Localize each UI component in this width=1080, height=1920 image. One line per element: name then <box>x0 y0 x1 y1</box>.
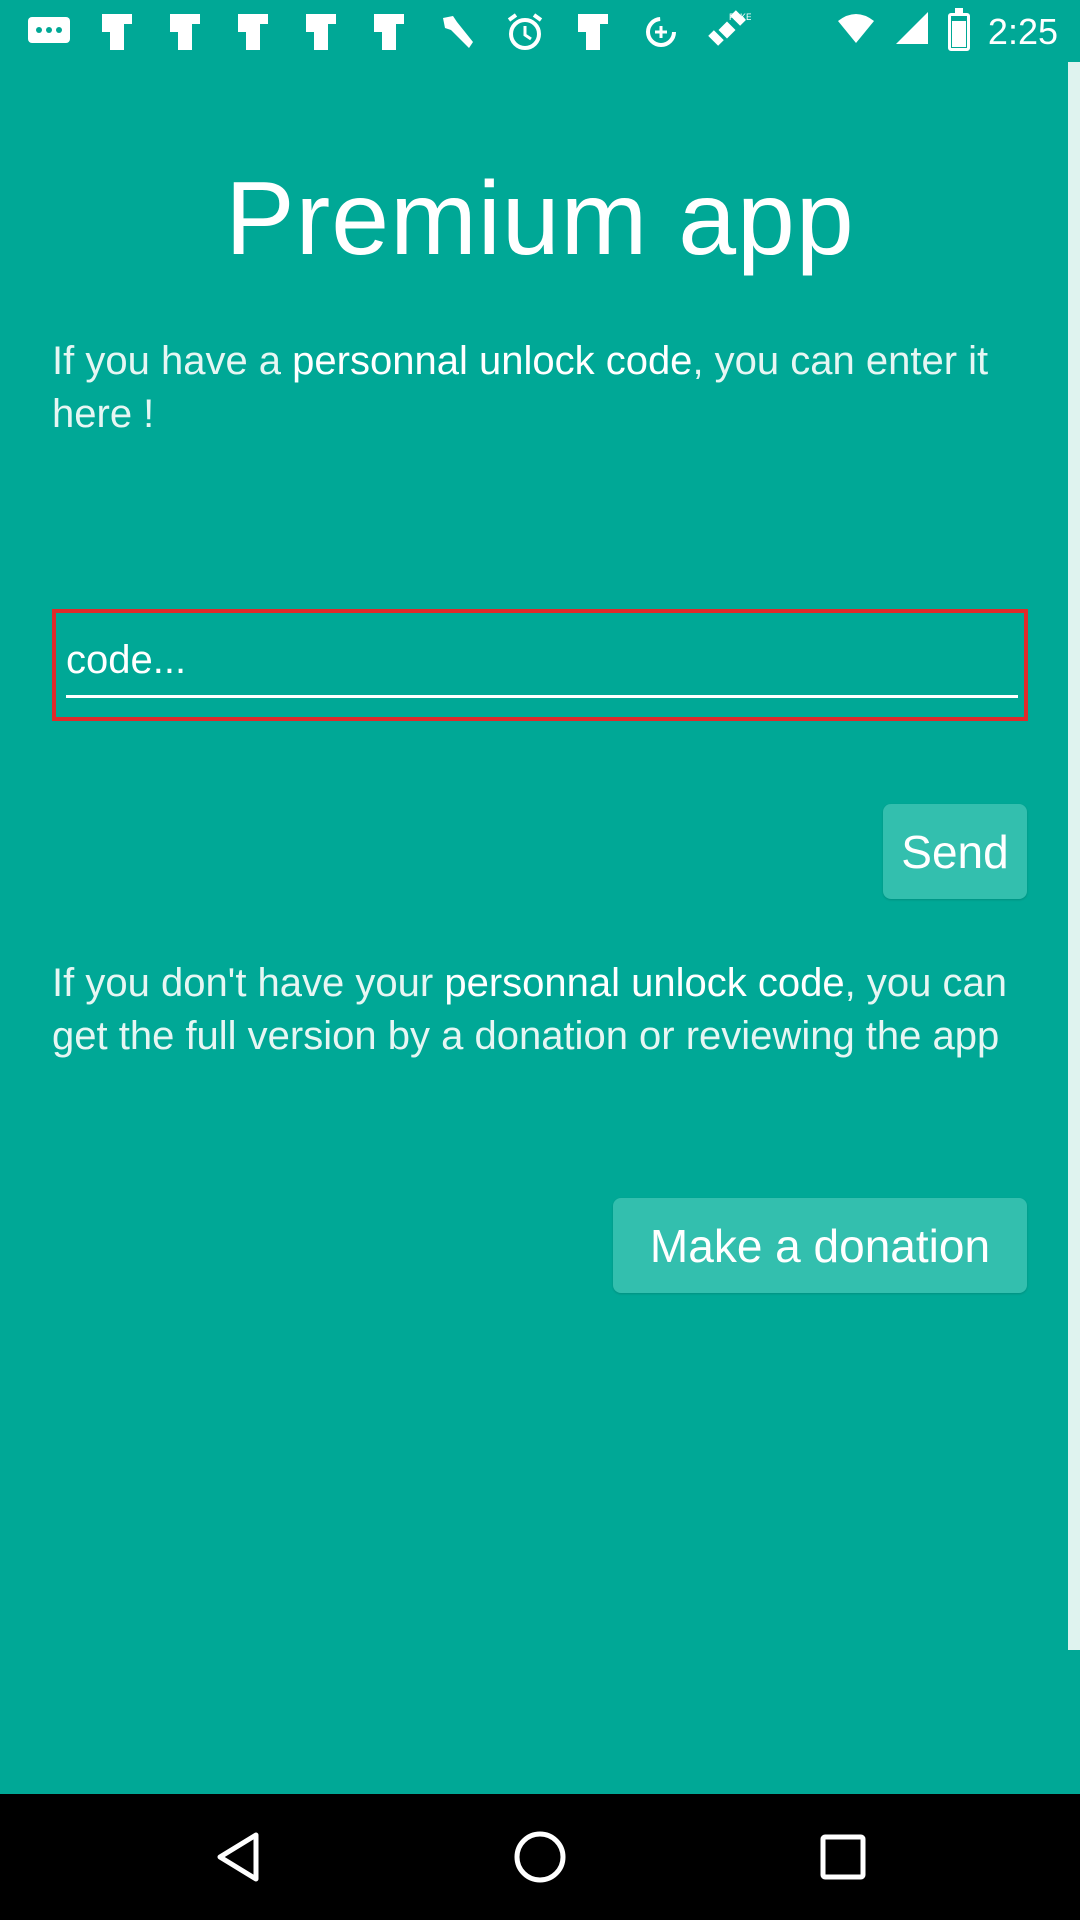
code-input[interactable] <box>66 625 1018 698</box>
wifi-icon <box>836 11 876 54</box>
back-icon <box>217 1832 259 1882</box>
notification-icons: FAKE <box>0 9 752 55</box>
chat-icon <box>26 9 72 55</box>
home-icon <box>514 1831 566 1883</box>
nav-back-button[interactable] <box>158 1794 318 1920</box>
system-status: 2:25 <box>836 0 1058 64</box>
status-time: 2:25 <box>987 11 1058 52</box>
code-input-highlight <box>52 609 1028 721</box>
sim-icon <box>570 9 616 55</box>
recent-apps-icon <box>820 1834 866 1880</box>
sim-icon <box>298 9 344 55</box>
nav-recent-button[interactable] <box>763 1794 923 1920</box>
donation-instructions: If you don't have your personnal unlock … <box>52 957 1032 1063</box>
satellite-icon: FAKE <box>706 9 752 55</box>
instructions-text: If you have a <box>52 339 293 383</box>
cellular-icon <box>894 10 930 55</box>
data-saver-icon <box>638 9 684 55</box>
donation-text: If you don't have your <box>52 961 445 1005</box>
sim-icon <box>230 9 276 55</box>
send-button[interactable]: Send <box>883 804 1027 899</box>
alarm-icon <box>502 9 548 55</box>
make-donation-button[interactable]: Make a donation <box>613 1198 1027 1293</box>
sim-icon <box>162 9 208 55</box>
navigation-bar <box>0 1794 1080 1920</box>
scroll-indicator[interactable] <box>1068 62 1080 1650</box>
page-title: Premium app <box>225 161 855 277</box>
donation-bold-text: personnal unlock code <box>444 961 845 1005</box>
sim-icon <box>366 9 412 55</box>
battery-icon <box>947 8 970 51</box>
svg-text:FAKE: FAKE <box>729 12 751 22</box>
status-bar: FAKE 2:25 <box>0 0 1080 64</box>
nav-home-button[interactable] <box>460 1794 620 1920</box>
sim-icon <box>94 9 140 55</box>
instructions-bold-text: personnal unlock code <box>292 339 693 383</box>
unlock-code-instructions: If you have a personnal unlock code, you… <box>52 335 1032 441</box>
wrench-icon <box>434 9 480 55</box>
